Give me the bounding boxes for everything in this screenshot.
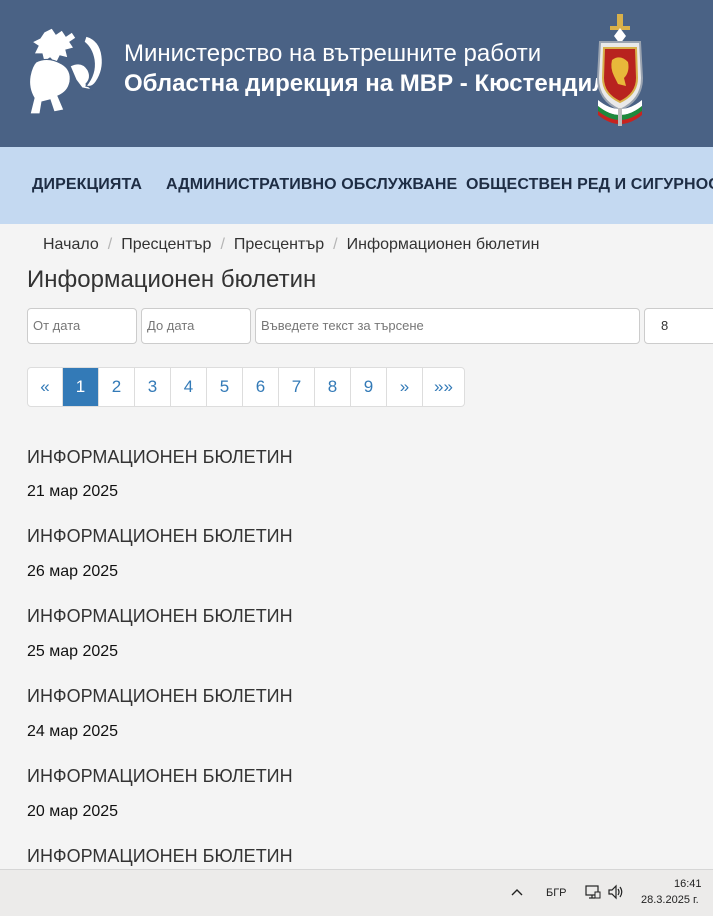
breadcrumb-press-center-2[interactable]: Пресцентър (234, 236, 324, 253)
pagination-page-7[interactable]: 7 (278, 368, 314, 406)
language-indicator[interactable]: БГР (546, 887, 567, 899)
bulletin-title[interactable]: ИНФОРМАЦИОНЕН БЮЛЕТИН (27, 526, 293, 547)
bulletin-date: 26 мар 2025 (27, 563, 119, 580)
taskbar-clock-date[interactable]: 28.3.2025 г. (641, 894, 699, 906)
nav-item-directorate[interactable]: ДИРЕКЦИЯТА (32, 176, 142, 194)
breadcrumb-home[interactable]: Начало (43, 236, 99, 253)
breadcrumb-separator: / (220, 236, 225, 253)
bulletin-title[interactable]: ИНФОРМАЦИОНЕН БЮЛЕТИН (27, 686, 293, 707)
lion-coat-of-arms-icon[interactable] (26, 26, 108, 118)
breadcrumb-separator: / (107, 236, 113, 253)
bulletin-date: 20 мар 2025 (27, 803, 119, 820)
nav-item-public-order[interactable]: ОБЩЕСТВЕН РЕД И СИГУРНОСТ (466, 176, 713, 194)
bulletin-date: 24 мар 2025 (27, 723, 119, 740)
main-nav: ДИРЕКЦИЯТА АДМИНИСТРАТИВНО ОБСЛУЖВАНЕ ОБ… (0, 147, 713, 224)
bulletin-title[interactable]: ИНФОРМАЦИОНЕН БЮЛЕТИН (27, 766, 293, 787)
pagination-page-1[interactable]: 1 (62, 368, 98, 406)
bulletin-title[interactable]: ИНФОРМАЦИОНЕН БЮЛЕТИН (27, 846, 293, 867)
network-icon[interactable] (585, 884, 601, 900)
pagination-page-8[interactable]: 8 (314, 368, 350, 406)
pagination-page-4[interactable]: 4 (170, 368, 206, 406)
bulletin-date: 21 мар 2025 (27, 483, 119, 500)
nav-item-administrative-services[interactable]: АДМИНИСТРАТИВНО ОБСЛУЖВАНЕ (166, 176, 457, 194)
page-size-value: 8 (661, 318, 669, 333)
directorate-title: Областна дирекция на МВР - Кюстендил (124, 70, 608, 97)
taskbar: БГР 16:41 28.3.2025 г. (0, 869, 713, 916)
breadcrumb: Начало / Пресцентър / Пресцентър / Информацион… (43, 236, 539, 254)
pagination-page-2[interactable]: 2 (98, 368, 134, 406)
bulletin-date: 25 мар 2025 (27, 643, 119, 660)
search-input[interactable]: Въведете текст за търсене (255, 308, 640, 344)
pagination-page-5[interactable]: 5 (206, 368, 242, 406)
pagination-page-3[interactable]: 3 (134, 368, 170, 406)
mvr-emblem-icon[interactable] (592, 14, 648, 126)
breadcrumb-press-center[interactable]: Пресцентър (121, 236, 211, 253)
pagination-first[interactable]: « (28, 368, 62, 406)
pagination-page-6[interactable]: 6 (242, 368, 278, 406)
pagination-last[interactable]: »» (422, 368, 464, 406)
bulletin-title[interactable]: ИНФОРМАЦИОНЕН БЮЛЕТИН (27, 447, 293, 468)
pagination-next[interactable]: » (386, 368, 422, 406)
ministry-title: Министерство на вътрешните работи (124, 40, 542, 67)
page-title: Информационен бюлетин (27, 266, 317, 293)
taskbar-clock-time[interactable]: 16:41 (674, 878, 702, 890)
pagination-page-9[interactable]: 9 (350, 368, 386, 406)
site-header: Министерство на вътрешните работи Област… (0, 0, 713, 147)
page-size-select[interactable]: 8 ▾ (644, 308, 713, 344)
pagination: « 1 2 3 4 5 6 7 8 9 » »» (27, 367, 465, 407)
speaker-icon[interactable] (607, 884, 625, 900)
chevron-up-icon[interactable] (511, 888, 523, 896)
bulletin-title[interactable]: ИНФОРМАЦИОНЕН БЮЛЕТИН (27, 606, 293, 627)
to-date-field[interactable]: До дата (141, 308, 251, 344)
from-date-field[interactable]: От дата (27, 308, 137, 344)
breadcrumb-current: Информационен бюлетин (346, 236, 540, 253)
breadcrumb-separator: / (333, 236, 338, 253)
